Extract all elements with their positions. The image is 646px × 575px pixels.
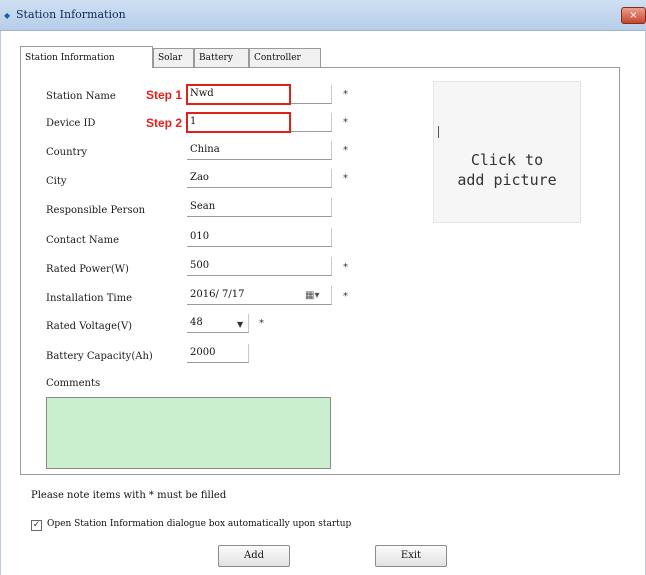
tab-solar[interactable]: Solar <box>153 48 194 68</box>
picture-upload-area[interactable]: Click to add picture <box>433 81 581 223</box>
tab-label: Battery <box>199 53 233 63</box>
tab-battery[interactable]: Battery <box>194 48 249 68</box>
battery-capacity-label: Battery Capacity(Ah) <box>46 351 153 362</box>
required-mark: * <box>343 291 348 302</box>
contact-name-input[interactable]: 010 <box>187 228 332 247</box>
city-label: City <box>46 176 67 187</box>
exit-button[interactable]: Exit <box>375 545 447 567</box>
startup-checkbox-label[interactable]: Open Station Information dialogue box au… <box>47 519 351 529</box>
required-mark: * <box>343 262 348 273</box>
tab-controller[interactable]: Controller <box>249 48 321 68</box>
step2-highlight-box <box>186 112 291 133</box>
startup-checkbox[interactable]: ✓ <box>31 520 42 531</box>
required-mark: * <box>343 117 348 128</box>
chevron-down-icon[interactable]: ▼ <box>237 320 243 329</box>
calendar-dropdown-icon[interactable]: ▦▾ <box>305 290 319 301</box>
required-fields-note: Please note items with * must be filled <box>31 490 227 501</box>
tab-label: Station Information <box>25 53 115 63</box>
comments-textarea[interactable] <box>46 397 331 469</box>
rated-voltage-label: Rated Voltage(V) <box>46 321 133 332</box>
required-mark: * <box>343 173 348 184</box>
tab-station-information[interactable]: Station Information <box>20 46 153 68</box>
picture-placeholder: Click to add picture <box>434 150 580 190</box>
responsible-person-label: Responsible Person <box>46 205 146 216</box>
device-id-label: Device ID <box>46 118 96 129</box>
city-input[interactable]: Zao <box>187 169 332 188</box>
window-title: Station Information <box>16 8 126 21</box>
picture-placeholder-line2: add picture <box>457 171 557 189</box>
step1-highlight-box <box>186 84 291 105</box>
required-mark: * <box>343 89 348 100</box>
required-mark: * <box>259 318 264 329</box>
installation-time-label: Installation Time <box>46 293 132 304</box>
title-bar: ◆ Station Information × <box>0 0 646 31</box>
country-input[interactable]: China <box>187 141 332 160</box>
station-name-label: Station Name <box>46 91 116 102</box>
rated-power-input[interactable]: 500 <box>187 257 332 276</box>
picture-placeholder-line1: Click to <box>470 151 544 169</box>
contact-name-label: Contact Name <box>46 235 120 246</box>
comments-label: Comments <box>46 378 101 389</box>
required-mark: * <box>343 145 348 156</box>
app-icon: ◆ <box>4 11 11 20</box>
tab-label: Controller <box>254 53 301 63</box>
text-cursor <box>438 126 439 138</box>
rated-power-label: Rated Power(W) <box>46 264 129 275</box>
tab-label: Solar <box>158 53 183 63</box>
responsible-person-input[interactable]: Sean <box>187 198 332 217</box>
battery-capacity-input[interactable]: 2000 <box>187 344 249 363</box>
close-button[interactable]: × <box>621 7 646 24</box>
step1-annotation: Step 1 <box>146 88 183 102</box>
step2-annotation: Step 2 <box>146 116 183 130</box>
country-label: Country <box>46 147 88 158</box>
add-button[interactable]: Add <box>218 545 290 567</box>
